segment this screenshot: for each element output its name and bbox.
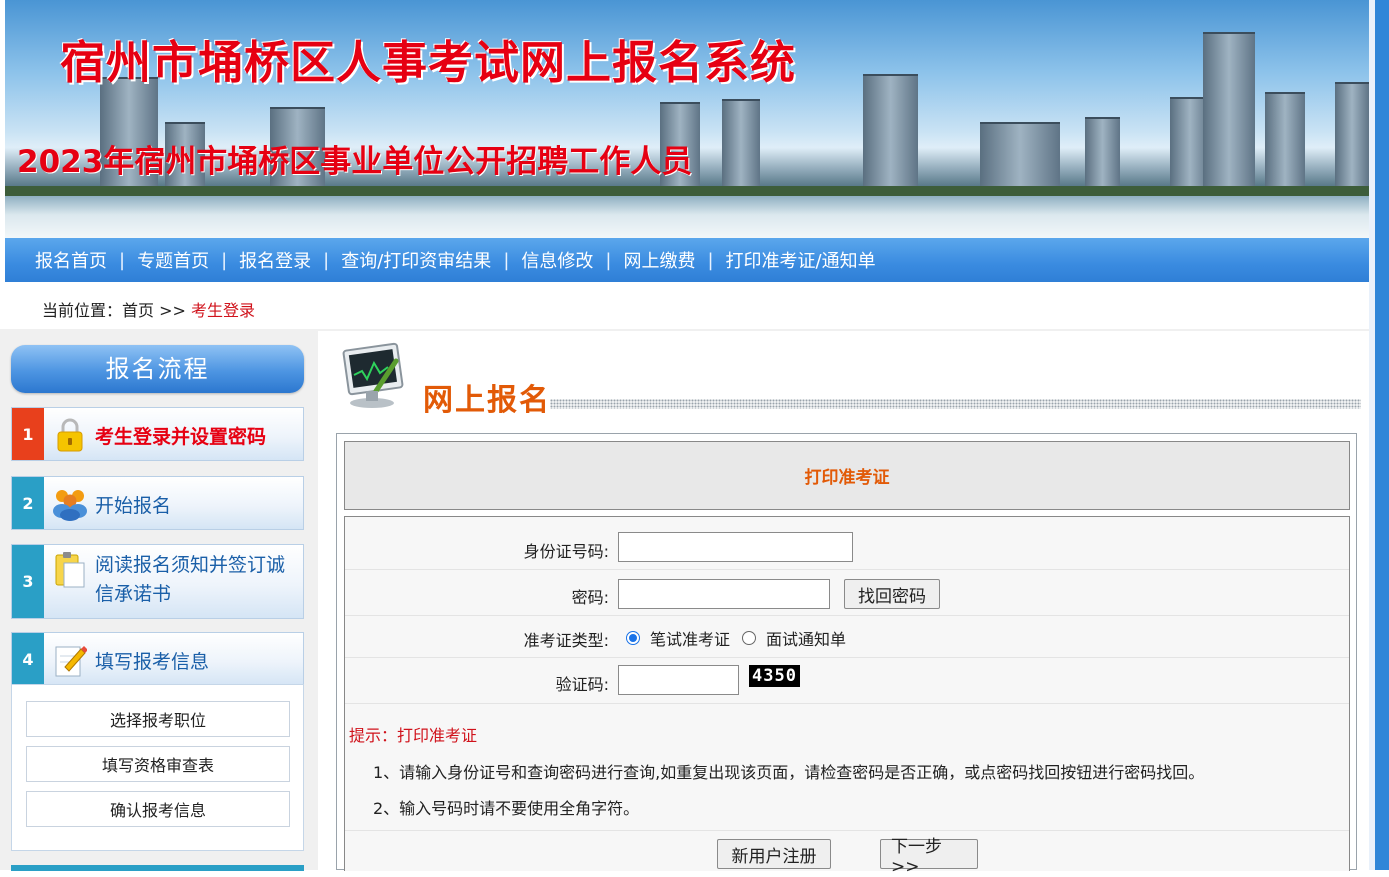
query-form: 身份证号码: 密码: 找回密码 准考证类型: 笔试准考证 面试通知单 验证码: … <box>344 516 1350 877</box>
users-icon <box>52 486 88 522</box>
recover-password-button[interactable]: 找回密码 <box>844 579 940 609</box>
fill-qualification-button[interactable]: 填写资格审查表 <box>26 746 290 782</box>
interview-radio[interactable] <box>742 631 757 645</box>
section-title: 网上报名 <box>423 383 551 418</box>
nav-item-login[interactable]: 报名登录 <box>239 247 311 273</box>
nav-item-edit-info[interactable]: 信息修改 <box>521 247 593 273</box>
written-exam-radio[interactable] <box>626 631 640 645</box>
step-number: 4 <box>12 633 44 685</box>
tip-line: 2、输入号码时请不要使用全角字符。 <box>373 799 640 818</box>
building-image <box>1085 117 1120 194</box>
breadcrumb-prefix: 当前位置：首页 >> <box>42 301 191 320</box>
step-number: 3 <box>12 545 44 618</box>
building-image <box>980 122 1060 194</box>
site-subtitle: 2023年宿州市埇桥区事业单位公开招聘工作人员 <box>17 144 693 180</box>
sidebar: 报名流程 1 考生登录并设置密码 2 开始报名 3 阅读报名须知并签订诚 信承诺… <box>0 331 318 871</box>
section-header: 网上报名 <box>338 339 1363 418</box>
nav-item-home[interactable]: 报名首页 <box>35 247 107 273</box>
sidebar-title: 报名流程 <box>11 345 304 393</box>
nav-separator: | <box>605 249 612 271</box>
building-image <box>1203 32 1255 194</box>
next-step-button[interactable]: 下一步>> <box>880 837 978 877</box>
nav-item-topic-home[interactable]: 专题首页 <box>137 247 209 273</box>
admission-type-label: 准考证类型: <box>523 631 609 650</box>
tip-line: 1、请输入身份证号和查询密码进行查询,如重复出现该页面，请检查密码是否正确，或点… <box>373 763 1205 782</box>
site-title: 宿州市埇桥区人事考试网上报名系统 <box>60 36 797 89</box>
sidebar-step-start[interactable]: 2 开始报名 <box>11 476 304 530</box>
password-label: 密码: <box>571 588 609 607</box>
breadcrumb-current: 考生登录 <box>191 301 256 320</box>
step-label: 阅读报名须知并签订诚 信承诺书 <box>95 551 285 609</box>
nav-item-review-results[interactable]: 查询/打印资审结果 <box>341 247 491 273</box>
captcha-label: 验证码: <box>555 675 609 694</box>
clipboard-icon <box>52 551 88 588</box>
password-input[interactable] <box>618 579 830 609</box>
main-content: 网上报名 打印准考证 身份证号码: 密码: 找回密码 准考证类型: 笔试准考证 … <box>318 331 1369 877</box>
form-row-type: 准考证类型: 笔试准考证 面试通知单 <box>345 615 1349 658</box>
panel-title: 打印准考证 <box>804 468 890 488</box>
nav-item-payment[interactable]: 网上缴费 <box>623 247 695 273</box>
panel-header: 打印准考证 <box>344 441 1350 510</box>
lock-icon <box>52 417 88 453</box>
tip-title: 提示：打印准考证 <box>349 726 478 745</box>
lake-water <box>5 196 1369 238</box>
step-label: 考生登录并设置密码 <box>95 426 267 448</box>
nav-separator: | <box>707 249 714 271</box>
nav-separator: | <box>119 249 126 271</box>
id-number-label: 身份证号码: <box>523 542 609 561</box>
print-admission-panel: 打印准考证 身份证号码: 密码: 找回密码 准考证类型: 笔试准考证 面试通知单… <box>336 433 1357 877</box>
building-image <box>722 99 760 194</box>
form-row-captcha: 验证码: 4350 <box>345 657 1349 704</box>
dotted-divider <box>550 399 1361 409</box>
sidebar-step-next[interactable] <box>11 865 304 871</box>
step-label-line: 阅读报名须知并签订诚 <box>95 554 286 576</box>
header-banner: 宿州市埇桥区人事考试网上报名系统 2023年宿州市埇桥区事业单位公开招聘工作人员 <box>5 0 1369 238</box>
form-row-id: 身份证号码: <box>345 517 1349 570</box>
building-image <box>1335 82 1369 194</box>
step-label-line: 信承诺书 <box>95 583 172 605</box>
nav-separator: | <box>221 249 228 271</box>
id-number-input[interactable] <box>618 532 853 562</box>
step-label: 填写报考信息 <box>95 651 210 673</box>
written-exam-option-label[interactable]: 笔试准考证 <box>650 626 730 650</box>
sidebar-step-read-notice[interactable]: 3 阅读报名须知并签订诚 信承诺书 <box>11 544 304 619</box>
step-number: 2 <box>12 477 44 529</box>
building-image <box>863 74 918 194</box>
nav-separator: | <box>323 249 330 271</box>
nav-item-print-admission[interactable]: 打印准考证/通知单 <box>726 247 876 273</box>
top-nav: 报名首页 | 专题首页 | 报名登录 | 查询/打印资审结果 | 信息修改 | 网上缴费 |… <box>5 238 1369 282</box>
edit-icon <box>52 642 88 678</box>
nav-separator: | <box>503 249 510 271</box>
form-row-password: 密码: 找回密码 <box>345 569 1349 616</box>
sub-step-list: 选择报考职位 填写资格审查表 确认报考信息 <box>11 684 304 851</box>
interview-option-label[interactable]: 面试通知单 <box>766 626 846 650</box>
register-button[interactable]: 新用户注册 <box>717 839 831 869</box>
sidebar-step-fill-info[interactable]: 4 填写报考信息 <box>11 632 304 686</box>
scrollbar-track[interactable] <box>1375 0 1389 870</box>
breadcrumb: 当前位置：首页 >> 考生登录 <box>5 283 1369 329</box>
select-position-button[interactable]: 选择报考职位 <box>26 701 290 737</box>
captcha-image[interactable]: 4350 <box>749 665 800 687</box>
step-label: 开始报名 <box>95 495 172 517</box>
building-image <box>1265 92 1305 194</box>
confirm-info-button[interactable]: 确认报考信息 <box>26 791 290 827</box>
captcha-input[interactable] <box>618 665 739 695</box>
sidebar-step-login[interactable]: 1 考生登录并设置密码 <box>11 407 304 461</box>
step-number: 1 <box>12 408 44 460</box>
monitor-icon <box>338 341 412 411</box>
form-divider <box>345 830 1349 831</box>
